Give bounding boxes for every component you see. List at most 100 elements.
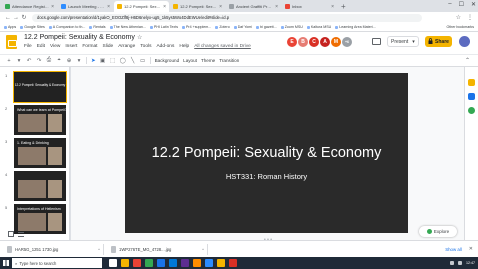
- bookmark-item[interactable]: PHI Latin Texts: [149, 25, 178, 29]
- maximize-button[interactable]: ☐: [459, 1, 464, 8]
- close-tab-icon[interactable]: ×: [275, 4, 278, 10]
- theme-button[interactable]: Theme: [201, 58, 215, 63]
- collaborator-avatar[interactable]: M: [331, 37, 341, 47]
- taskbar-app-icon[interactable]: [205, 259, 213, 267]
- redo-icon[interactable]: ↷: [36, 58, 42, 64]
- reload-button[interactable]: ↻: [20, 14, 28, 21]
- browser-tab[interactable]: Inbox ×: [282, 1, 337, 12]
- document-title[interactable]: 12.2 Pompeii: Sexuality & Economy: [24, 34, 135, 41]
- undo-icon[interactable]: ↶: [26, 58, 32, 64]
- close-tab-icon[interactable]: ×: [107, 4, 110, 10]
- close-downloads-icon[interactable]: ✕: [469, 246, 478, 252]
- bookmark-item[interactable]: Daf Yomi: [233, 25, 252, 29]
- taskbar-app-icon[interactable]: [181, 259, 189, 267]
- back-button[interactable]: ←: [4, 15, 12, 21]
- collaborator-avatar[interactable]: E: [287, 37, 297, 47]
- download-item[interactable]: 1WP276TE_MG_4728....jpg ^: [108, 243, 208, 255]
- volume-icon[interactable]: [458, 261, 462, 265]
- menu-arrange[interactable]: Arrange: [118, 44, 135, 49]
- other-bookmarks[interactable]: Other bookmarks: [446, 25, 478, 29]
- taskbar-app-icon[interactable]: [109, 259, 117, 267]
- close-window-button[interactable]: ✕: [471, 1, 476, 8]
- close-tab-icon[interactable]: ×: [163, 4, 166, 10]
- menu-file[interactable]: File: [24, 44, 32, 49]
- explore-button[interactable]: Explore: [419, 226, 457, 237]
- new-slide-icon[interactable]: +: [6, 58, 12, 64]
- menu-tools[interactable]: Tools: [140, 44, 151, 49]
- url-input[interactable]: docs.google.com/presentation/d/1yakO_EOO…: [32, 13, 422, 22]
- browser-tab[interactable]: 12.2 Pompeii: Sexuality & Eco×: [170, 1, 225, 12]
- background-button[interactable]: Background: [155, 58, 180, 63]
- chevron-down-icon[interactable]: ▾: [412, 39, 415, 45]
- collaborator-avatar[interactable]: A: [320, 37, 330, 47]
- zoom-icon[interactable]: ⊕: [66, 58, 72, 64]
- filmstrip-slide[interactable]: 1 12.2 Pompeii: Sexuality & Economy: [0, 71, 69, 103]
- comment-tool-icon[interactable]: ▭: [140, 58, 146, 64]
- collapse-toolbar-icon[interactable]: ⌃: [465, 57, 470, 64]
- start-button[interactable]: [0, 257, 12, 269]
- keep-icon[interactable]: [468, 79, 475, 86]
- show-all-downloads-button[interactable]: Show all: [445, 247, 465, 252]
- paint-format-icon[interactable]: ⌖: [56, 57, 62, 64]
- taskbar-search-input[interactable]: ⌕ Type here to search: [12, 258, 102, 268]
- bookmark-item[interactable]: A Companion to th...: [48, 25, 85, 29]
- line-icon[interactable]: ╲: [130, 58, 136, 64]
- share-button[interactable]: Share: [425, 36, 452, 47]
- taskbar-app-icon[interactable]: [229, 259, 237, 267]
- browser-tab[interactable]: Attendance Register - GLBS HC×: [2, 1, 57, 12]
- bookmark-item[interactable]: Apps: [4, 25, 16, 29]
- transition-button[interactable]: Transition: [219, 58, 239, 63]
- collaborator-avatar[interactable]: B: [298, 37, 308, 47]
- menu-format[interactable]: Format: [82, 44, 97, 49]
- browser-tab[interactable]: Ancient Graffiti Project : Search×: [226, 1, 281, 12]
- close-tab-icon[interactable]: ×: [331, 4, 334, 10]
- menu-insert[interactable]: Insert: [65, 44, 77, 49]
- layout-button[interactable]: Layout: [183, 58, 197, 63]
- bookmark-item[interactable]: bi gazett...: [256, 25, 277, 29]
- menu-slide[interactable]: Slide: [103, 44, 114, 49]
- bookmark-item[interactable]: Rentals: [89, 25, 106, 29]
- filmstrip-slide[interactable]: 3 1. Eating & Drinking: [0, 137, 69, 169]
- network-icon[interactable]: [450, 261, 454, 265]
- filmstrip-view-icon[interactable]: [18, 231, 24, 237]
- browser-tab[interactable]: Launch Meeting - Zoom×: [58, 1, 113, 12]
- taskbar-app-icon[interactable]: [157, 259, 165, 267]
- account-avatar[interactable]: [459, 36, 470, 47]
- menu-addons[interactable]: Add-ons: [156, 44, 174, 49]
- collaborator-avatar[interactable]: +6: [342, 37, 352, 47]
- save-status[interactable]: All changes saved in Drive: [194, 44, 251, 49]
- bookmark-item[interactable]: Zoom MSU: [280, 25, 303, 29]
- zoom-menu-icon[interactable]: ▾: [76, 58, 82, 64]
- forward-button[interactable]: →: [12, 15, 20, 21]
- slide-thumbnail[interactable]: 12.2 Pompeii: Sexuality & Economy: [13, 71, 67, 103]
- print-icon[interactable]: ⎙: [46, 57, 52, 64]
- filmstrip-slide[interactable]: 4: [0, 170, 69, 202]
- shape-icon[interactable]: ◯: [120, 58, 126, 64]
- close-tab-icon[interactable]: ×: [219, 4, 222, 10]
- filmstrip-slide[interactable]: 2 What can we learn at Pompeii?: [0, 104, 69, 136]
- close-tab-icon[interactable]: ×: [51, 4, 54, 10]
- menu-edit[interactable]: Edit: [37, 44, 45, 49]
- chevron-up-icon[interactable]: ^: [202, 247, 204, 252]
- taskbar-app-icon[interactable]: [169, 259, 177, 267]
- clock[interactable]: 12:47: [466, 261, 475, 265]
- grid-view-icon[interactable]: [8, 231, 14, 237]
- new-slide-menu-icon[interactable]: ▾: [16, 58, 22, 64]
- bookmark-item[interactable]: The New Athenian...: [109, 25, 146, 29]
- bookmark-item[interactable]: Zotero: [215, 25, 230, 29]
- bookmark-star-icon[interactable]: ☆: [456, 14, 461, 21]
- menu-help[interactable]: Help: [179, 44, 189, 49]
- star-icon[interactable]: ☆: [137, 34, 142, 41]
- collaborator-avatar[interactable]: C: [309, 37, 319, 47]
- present-button[interactable]: Present ▾: [387, 36, 419, 47]
- bookmark-item[interactable]: Google Sites: [20, 25, 45, 29]
- slide-thumbnail[interactable]: What can we learn at Pompeii?: [14, 105, 66, 135]
- taskbar-app-icon[interactable]: [133, 259, 141, 267]
- slide-thumbnail[interactable]: 1. Eating & Drinking: [14, 138, 66, 168]
- bookmark-item[interactable]: Pr4 +supplem...: [182, 25, 211, 29]
- bookmark-item[interactable]: Kaltura MSU: [306, 25, 331, 29]
- taskbar-app-icon[interactable]: [217, 259, 225, 267]
- browser-menu-icon[interactable]: ⋮: [467, 14, 473, 21]
- taskbar-app-icon[interactable]: [121, 259, 129, 267]
- tasks-icon[interactable]: [468, 93, 475, 100]
